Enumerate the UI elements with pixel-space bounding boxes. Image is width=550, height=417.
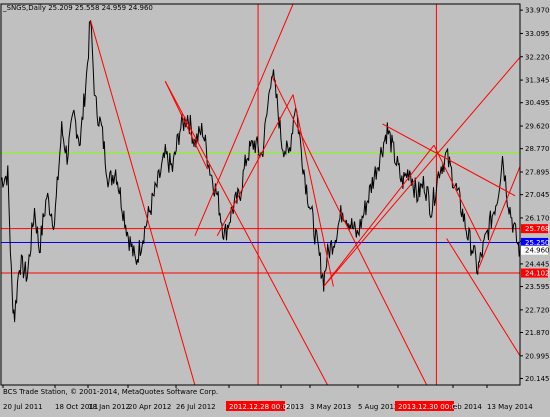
y-tick-label: 33.095 — [525, 30, 550, 38]
y-tick-label: 32.220 — [525, 53, 550, 61]
y-tick-label: 20.145 — [525, 375, 550, 383]
x-tick-label: eb 2014 — [453, 403, 482, 411]
chart-background — [0, 0, 550, 413]
x-tick-label: 20 Jul 2011 — [3, 403, 43, 411]
y-tick-label: 27.045 — [525, 191, 550, 199]
price-chart[interactable]: 33.970 33.095 32.220 31.345 30.495 29.620 28.7… — [0, 0, 550, 413]
chart-title: _SNGS,Daily 25.209 25.558 24.959 24.960 — [2, 4, 153, 12]
x-tick-label: 3 May 2013 — [310, 403, 351, 411]
current-price-label: 24.960 — [525, 247, 550, 255]
y-tick-label: 27.895 — [525, 168, 550, 176]
chart-footer: BCS Trade Station, © 2001-2014, MetaQuot… — [3, 388, 218, 396]
y-tick-label: 24.445 — [525, 260, 550, 268]
level-tag-label: 24.102 — [525, 270, 550, 278]
y-tick-label: 30.495 — [525, 99, 550, 107]
level-tag-label: 25.768 — [525, 225, 550, 233]
y-tick-label: 28.770 — [525, 145, 550, 153]
x-tick-label: 2013.12.30 00:00 — [398, 403, 460, 411]
y-tick-label: 21.870 — [525, 329, 550, 337]
y-tick-label: 31.345 — [525, 77, 550, 85]
x-tick-label: 26 Jul 2012 — [176, 403, 216, 411]
y-tick-label: 23.595 — [525, 283, 550, 291]
y-tick-label: 20.995 — [525, 352, 550, 360]
y-tick-label: 33.970 — [525, 7, 550, 15]
y-tick-label: 29.620 — [525, 123, 550, 131]
x-tick-label: 5 Aug 2013 — [358, 403, 398, 411]
y-tick-label: 22.720 — [525, 306, 550, 314]
x-tick-label: 18 Jan 2012 — [88, 403, 130, 411]
x-tick-label: 13 May 2014 — [487, 403, 533, 411]
y-tick-label: 26.170 — [525, 214, 550, 222]
x-tick-label: r 2013 — [281, 403, 304, 411]
x-tick-label: 20 Apr 2012 — [128, 403, 171, 411]
